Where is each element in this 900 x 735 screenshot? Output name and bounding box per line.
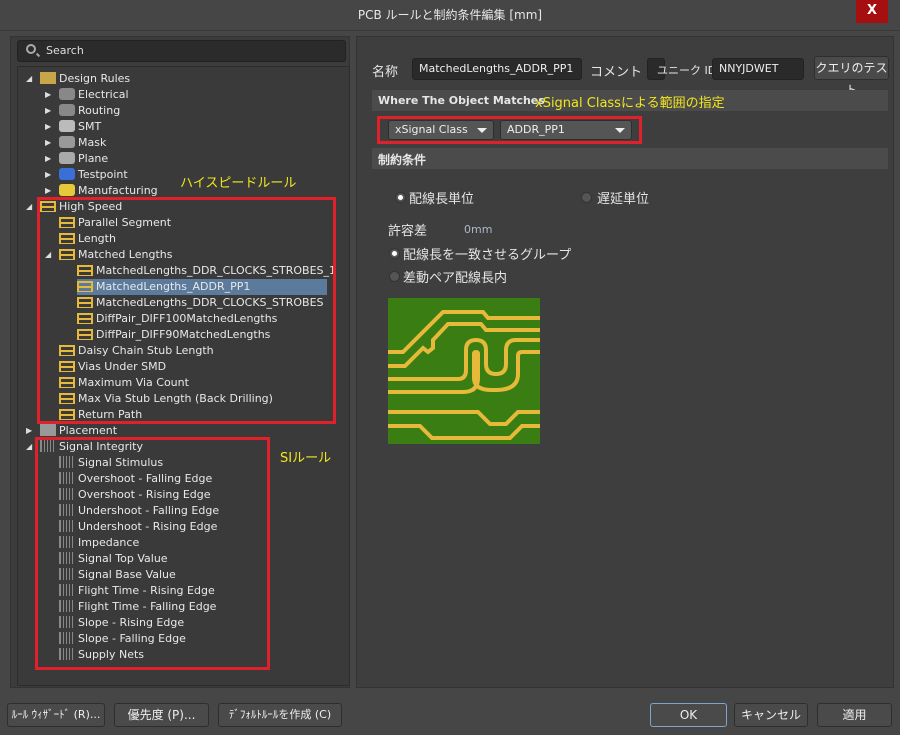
category-icon	[59, 152, 75, 164]
node-label: Mask	[78, 136, 107, 149]
comment-label: コメント	[590, 65, 643, 80]
name-input[interactable]: MatchedLengths_ADDR_PP1	[412, 58, 582, 80]
tolerance-label: 許容差	[388, 224, 428, 239]
node-label: Testpoint	[78, 168, 128, 181]
close-button[interactable]: X	[856, 0, 888, 23]
node-label: Design Rules	[59, 72, 131, 85]
priority-button[interactable]: 優先度 (P)...	[114, 703, 209, 727]
uid-input[interactable]: NNYJDWET	[712, 58, 804, 80]
rule-editor-panel: 名称 MatchedLengths_ADDR_PP1 コメント ユニーク ID …	[356, 36, 894, 688]
search-icon	[26, 44, 36, 54]
annotation-si: SIルール	[280, 451, 332, 466]
node-label: Electrical	[78, 88, 129, 101]
highlight-box-si	[35, 437, 270, 670]
tolerance-value[interactable]: 0mm	[464, 223, 492, 236]
category-icon	[59, 104, 75, 116]
uid-label: ユニーク ID	[657, 64, 717, 77]
folder-icon	[40, 72, 56, 84]
unit-length-radio[interactable]	[395, 192, 406, 203]
rule-wizard-button[interactable]: ﾙｰﾙ ｳｨｻﾞｰﾄﾞ (R)...	[7, 703, 105, 727]
highlight-box-high-speed	[37, 197, 336, 424]
diffpair-label: 差動ペア配線長内	[403, 271, 508, 286]
expand-arrow-icon[interactable]: ▶	[45, 107, 53, 115]
chevron-down-icon	[477, 128, 487, 133]
search-input[interactable]: Search	[17, 40, 346, 62]
apply-button[interactable]: 適用	[817, 703, 892, 727]
tree-node-routing[interactable]: ▶ Routing	[45, 103, 121, 119]
group-match-radio[interactable]	[389, 248, 400, 259]
collapse-arrow-icon[interactable]: ◢	[26, 203, 34, 211]
tree-node-plane[interactable]: ▶ Plane	[45, 151, 109, 167]
tree-node-mask[interactable]: ▶ Mask	[45, 135, 107, 151]
collapse-arrow-icon[interactable]: ◢	[26, 75, 34, 83]
constraints-header-label: 制約条件	[378, 153, 427, 167]
expand-arrow-icon[interactable]: ▶	[45, 171, 53, 179]
scope-value-dropdown[interactable]: ADDR_PP1	[500, 120, 632, 140]
expand-arrow-icon[interactable]: ▶	[45, 91, 53, 99]
unit-delay-label: 遅延単位	[597, 192, 650, 207]
scope-type-dropdown[interactable]: xSignal Class	[388, 120, 494, 140]
collapse-arrow-icon[interactable]: ◢	[26, 443, 34, 451]
where-header-label: Where The Object Matches	[378, 94, 545, 107]
tree-node-electrical[interactable]: ▶ Electrical	[45, 87, 129, 103]
expand-arrow-icon[interactable]: ▶	[45, 139, 53, 147]
constraints-header: 制約条件	[372, 148, 888, 169]
node-label: Plane	[78, 152, 109, 165]
tree-node-design-rules[interactable]: ◢ Design Rules	[26, 71, 131, 87]
window-title: PCB ルールと制約条件編集 [mm]	[357, 8, 543, 22]
diffpair-radio[interactable]	[389, 271, 400, 282]
scope-type-value: xSignal Class	[395, 123, 468, 136]
node-label: SMT	[78, 120, 102, 133]
annotation-scope: xSignal Classによる範囲の指定	[535, 96, 725, 111]
title-bar: PCB ルールと制約条件編集 [mm] X	[0, 0, 900, 31]
annotation-high-speed: ハイスピードルール	[180, 176, 297, 191]
category-icon	[59, 136, 75, 148]
group-match-label: 配線長を一致させるグループ	[403, 248, 572, 263]
create-default-rule-button[interactable]: ﾃﾞﾌｫﾙﾄﾙｰﾙを作成 (C)	[218, 703, 342, 727]
category-icon	[59, 120, 75, 132]
tree-node-testpoint[interactable]: ▶ Testpoint	[45, 167, 128, 183]
matched-length-illustration	[388, 298, 540, 444]
scope-value-value: ADDR_PP1	[507, 123, 565, 136]
name-label: 名称	[372, 65, 399, 80]
search-placeholder: Search	[46, 44, 84, 57]
category-icon	[59, 184, 75, 196]
ok-button[interactable]: OK	[650, 703, 727, 727]
tree-node-smt[interactable]: ▶ SMT	[45, 119, 102, 135]
category-icon	[59, 168, 75, 180]
expand-arrow-icon[interactable]: ▶	[45, 123, 53, 131]
category-icon	[40, 424, 56, 436]
expand-arrow-icon[interactable]: ▶	[45, 187, 53, 195]
query-test-button[interactable]: クエリのテスト	[814, 56, 889, 97]
node-label: Manufacturing	[78, 184, 158, 197]
node-label: Routing	[78, 104, 121, 117]
unit-length-label: 配線長単位	[409, 192, 475, 207]
chevron-down-icon	[615, 128, 625, 133]
category-icon	[59, 88, 75, 100]
expand-arrow-icon[interactable]: ▶	[45, 155, 53, 163]
node-label: Placement	[59, 424, 118, 437]
unit-delay-radio[interactable]	[581, 192, 592, 203]
cancel-button[interactable]: キャンセル	[734, 703, 808, 727]
expand-arrow-icon[interactable]: ▶	[26, 427, 34, 435]
